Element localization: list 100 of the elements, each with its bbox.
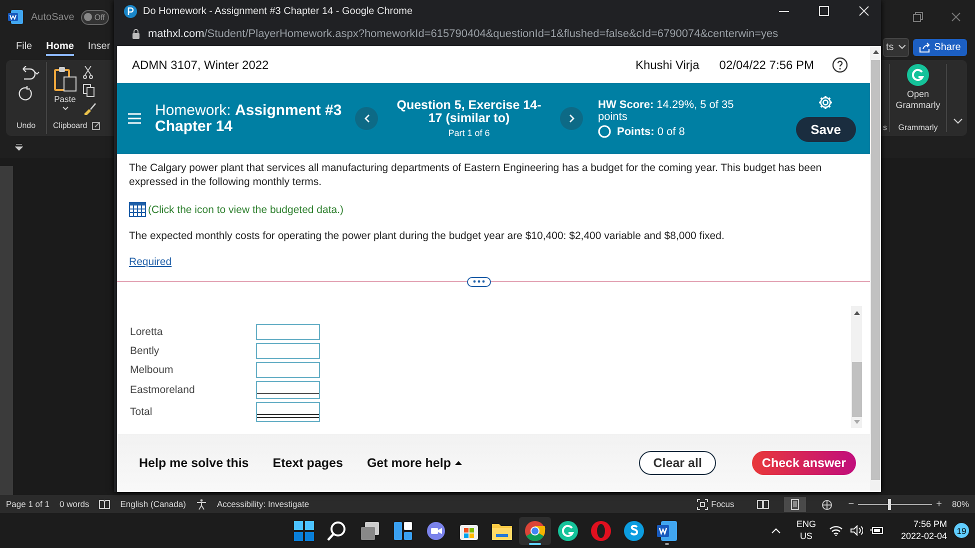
web-layout-icon (821, 498, 834, 510)
redo-icon[interactable] (18, 86, 34, 102)
print-layout-icon (789, 498, 802, 510)
question-text: The expected monthly costs for operating the power plant during the budget year are $10,400: $2,400 variable and $8,000 fixed. (129, 230, 726, 244)
circle-icon (598, 125, 611, 138)
row-label: Loretta (130, 326, 164, 338)
page-count: Page 1 of 1 (6, 499, 50, 509)
help-link[interactable]: Get more help (366, 456, 462, 470)
expand-handle[interactable] (466, 276, 490, 287)
focus-button[interactable]: Focus (697, 498, 734, 510)
chevron-left-icon (364, 114, 370, 123)
ribbon-tab[interactable]: Home (46, 38, 74, 56)
required-link[interactable]: Required (129, 256, 172, 268)
accessibility-status[interactable]: Accessibility: Investigate (216, 499, 310, 509)
answer-scrollbar[interactable] (851, 306, 862, 428)
zoom-in-button[interactable]: + (936, 498, 942, 510)
ribbon-dropdown-text: ts (886, 42, 894, 52)
menu-icon[interactable] (128, 113, 141, 124)
group-label: s (883, 123, 887, 132)
site-logo-icon (124, 4, 137, 18)
points-text: Points: 0 of 8 (617, 126, 685, 138)
answer-field[interactable] (256, 343, 320, 359)
previous-question-button[interactable] (355, 107, 378, 130)
question-text: The Calgary power plant that services all manufacturing departments of Eastern Engineering has a budget for the coming year. This budget has been expressed in the following monthly terms. (129, 162, 823, 190)
view-button[interactable] (784, 496, 806, 512)
row-label: Total (130, 406, 154, 418)
ribbon-tab[interactable]: File (16, 38, 32, 56)
answer-field[interactable] (256, 381, 320, 399)
help-link[interactable]: Help me solve this (139, 456, 249, 470)
table-icon[interactable] (129, 202, 146, 218)
date-time: 02/04/22 7:56 PM (719, 58, 814, 72)
chevron-down-icon[interactable] (953, 118, 963, 124)
paste-button[interactable]: Paste (53, 66, 77, 115)
scissors-icon[interactable] (83, 66, 93, 79)
next-question-button[interactable] (560, 107, 583, 130)
clock[interactable]: 7:56 PM 2022-02-04 (900, 519, 947, 542)
autosave-toggle[interactable]: Off (81, 10, 109, 24)
scrollbar-thumb[interactable] (852, 362, 862, 417)
clear-all-button[interactable]: Clear all (639, 451, 716, 475)
help-icon[interactable] (832, 56, 848, 72)
chevron-down-icon (62, 106, 68, 111)
question-title: Question 5, Exercise 14-17 (similar to) (396, 98, 542, 126)
data-link-text[interactable]: (Click the icon to view the budgeted data.) (148, 204, 344, 216)
autosave-label: AutoSave (31, 12, 74, 22)
accessibility-icon[interactable] (196, 498, 207, 510)
clipboard-icon (53, 66, 77, 92)
check-answer-button[interactable]: Check answer (752, 451, 856, 475)
help-link[interactable]: Etext pages (272, 456, 343, 470)
user-name: Khushi Virja (635, 58, 700, 72)
grammarly-logo-icon (907, 64, 929, 86)
grammarly-button[interactable]: Open Grammarly (892, 64, 944, 111)
course-name: ADMN 3107, Winter 2022 (132, 58, 269, 72)
chat-icon (425, 520, 448, 542)
share-button[interactable]: Share (913, 38, 967, 56)
taskbar-button[interactable] (519, 516, 552, 544)
settings-icon[interactable] (818, 95, 834, 110)
row-label: Bently (130, 345, 160, 357)
word-icon (656, 520, 678, 542)
caret-up-icon (454, 461, 462, 465)
group-label: Grammarly (898, 123, 938, 132)
task-view-icon (359, 520, 382, 542)
customize-icon[interactable] (15, 144, 23, 150)
volume-icon[interactable] (850, 525, 863, 536)
maximize-icon[interactable] (819, 6, 829, 16)
homework-title: Homework: Assignment #3 Chapter 14 (155, 102, 343, 134)
chevron-up-icon[interactable] (771, 528, 782, 534)
row-label: Eastmoreland (130, 384, 196, 396)
word-logo-icon (8, 9, 24, 25)
share-icon (919, 42, 930, 52)
page-scrollbar[interactable] (870, 46, 881, 492)
notification-badge[interactable]: 19 (954, 523, 969, 538)
save-button[interactable]: Save (796, 117, 856, 142)
question-part: Part 1 of 6 (448, 128, 490, 138)
search-icon (326, 520, 348, 542)
hw-score: HW Score: 14.29%, 5 of 35 points (598, 99, 735, 123)
answer-field[interactable] (256, 362, 320, 378)
group-label: Clipboard (53, 121, 88, 130)
brush-icon[interactable] (83, 102, 96, 115)
copy-icon[interactable] (83, 84, 95, 97)
windows-start-icon (293, 520, 316, 542)
url-text[interactable]: mathxl.com/Student/PlayerHomework.aspx?homeworkId=615790404&questionId=1&flushed=false&cId=6790074&centerwin=yes (148, 28, 778, 40)
wifi-icon[interactable] (828, 525, 843, 536)
ribbon-dropdown[interactable]: ts (883, 38, 909, 56)
restore-icon[interactable] (913, 12, 923, 22)
widgets-icon (392, 520, 414, 542)
launcher-icon[interactable] (92, 122, 100, 130)
grammarly-icon (557, 520, 580, 542)
book-icon[interactable] (99, 499, 110, 509)
chevron-right-icon (568, 114, 574, 123)
ellipsis-icon (472, 280, 484, 284)
battery-icon[interactable] (870, 525, 884, 536)
ribbon-tab[interactable]: Inser (88, 38, 110, 56)
lock-icon (132, 29, 140, 39)
answer-field[interactable] (256, 324, 320, 340)
group-label: Undo (15, 121, 37, 130)
zoom-out-button[interactable]: − (848, 498, 854, 510)
language-indicator[interactable]: ENG US (796, 519, 816, 542)
scrollbar-thumb[interactable] (871, 60, 880, 480)
language-status[interactable]: English (Canada) (120, 499, 186, 509)
answer-field[interactable] (256, 402, 320, 422)
